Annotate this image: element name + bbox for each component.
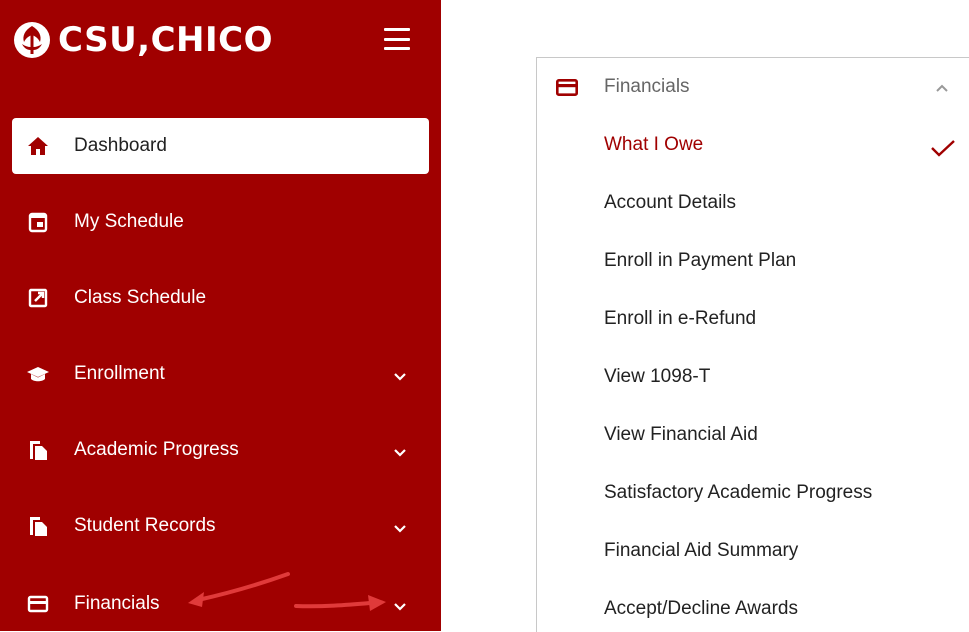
submenu-item-view-1098-t[interactable]: View 1098-T	[604, 366, 710, 388]
sidebar-item-label: Student Records	[74, 515, 216, 536]
submenu-item-view-financial-aid[interactable]: View Financial Aid	[604, 424, 758, 446]
chevron-down-icon[interactable]	[392, 445, 408, 461]
sidebar-item-label: Class Schedule	[74, 287, 207, 308]
documents-icon	[30, 517, 47, 536]
credit-card-icon	[27, 595, 49, 613]
sidebar-item-label: Dashboard	[74, 135, 167, 156]
submenu-item-accept-decline-awards[interactable]: Accept/Decline Awards	[604, 598, 798, 620]
submenu-item-what-i-owe[interactable]: What I Owe	[604, 134, 703, 156]
chevron-down-icon[interactable]	[392, 521, 408, 537]
submenu-item-satisfactory-academic-progress[interactable]: Satisfactory Academic Progress	[604, 482, 872, 504]
sidebar-item-label: Academic Progress	[74, 439, 239, 460]
sidebar-item-dashboard[interactable]: Dashboard	[12, 118, 429, 174]
graduation-cap-icon	[27, 367, 49, 382]
brand-name: CSU,CHICO	[58, 20, 274, 60]
chevron-down-icon[interactable]	[392, 369, 408, 385]
external-link-icon	[28, 288, 48, 308]
credit-card-icon	[556, 79, 578, 96]
calendar-icon	[28, 212, 48, 233]
sidebar-item-enrollment[interactable]: Enrollment	[12, 346, 429, 402]
financials-submenu-panel: Financials What I Owe Account Details En…	[536, 57, 969, 632]
menu-toggle-button[interactable]	[384, 28, 410, 50]
submenu-item-financial-aid-summary[interactable]: Financial Aid Summary	[604, 540, 798, 562]
sidebar-item-financials[interactable]: Financials	[12, 576, 429, 631]
chevron-down-icon[interactable]	[392, 599, 408, 615]
home-icon	[28, 137, 48, 155]
hamburger-icon	[384, 28, 410, 31]
sidebar: CSU,CHICO Dashboard My Schedule Class Sc…	[0, 0, 441, 631]
sidebar-item-label: My Schedule	[74, 211, 184, 232]
submenu-title: Financials	[604, 76, 690, 97]
sidebar-item-student-records[interactable]: Student Records	[12, 498, 429, 554]
submenu-item-enroll-e-refund[interactable]: Enroll in e-Refund	[604, 308, 756, 330]
checkmark-icon	[931, 140, 955, 157]
logo: CSU,CHICO	[12, 18, 273, 62]
hamburger-icon-bar	[384, 47, 410, 50]
chevron-up-icon[interactable]	[935, 83, 949, 93]
submenu-item-account-details[interactable]: Account Details	[604, 192, 736, 214]
sidebar-item-label: Financials	[74, 593, 160, 614]
hamburger-icon-bar	[384, 37, 410, 41]
financials-submenu-header[interactable]: Financials	[537, 58, 969, 116]
submenu-item-enroll-payment-plan[interactable]: Enroll in Payment Plan	[604, 250, 796, 272]
sidebar-item-my-schedule[interactable]: My Schedule	[12, 194, 429, 250]
documents-icon	[30, 441, 47, 460]
sidebar-item-label: Enrollment	[74, 363, 165, 384]
sidebar-item-class-schedule[interactable]: Class Schedule	[12, 270, 429, 326]
sidebar-item-academic-progress[interactable]: Academic Progress	[12, 422, 429, 478]
csu-seal-icon	[14, 22, 50, 58]
